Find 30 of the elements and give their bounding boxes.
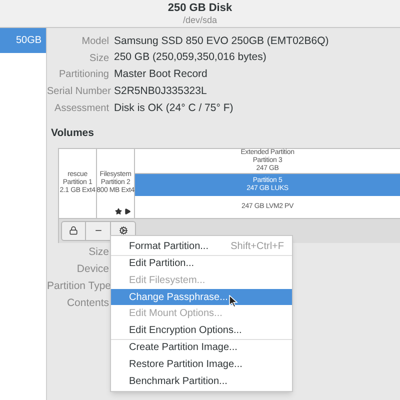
play-icon [124,208,131,215]
star-icon [115,208,122,215]
property-label: Partition Type [47,279,109,294]
property-value: Disk is OK (24° C / 75° F) [114,100,234,116]
section-heading: Volumes [51,126,95,141]
property-label: Partitioning [58,68,109,82]
property-label: Serial Number [47,85,109,100]
menu-item[interactable]: Restore Partition Image... [111,356,292,373]
property-value: S2R5NB0J335323L [114,84,207,99]
menu-item[interactable]: Benchmark Partition... [111,372,292,390]
menu-item[interactable]: Format Partition... Shift+Ctrl+F [111,238,292,255]
mouse-pointer-icon [229,295,238,308]
property-label: Contents [66,296,109,312]
menu-item[interactable]: Edit Encryption Options... [111,322,292,339]
property-label: Size [88,245,109,260]
property-label: Device [76,262,109,278]
property-label: Assessment [54,102,109,116]
window-title: 250 GB Disk [168,2,232,14]
property-value: Master Boot Record [114,67,208,82]
property-label: Model [80,34,109,49]
menu-item[interactable]: Create Partition Image... [111,340,292,356]
window-subtitle: /dev/sda [182,14,218,26]
shortcut-label: Shift+Ctrl+F [230,240,284,254]
property-label: Size [88,52,109,66]
menu-item[interactable]: Edit Partition... [111,256,292,272]
lock-button[interactable] [61,220,86,241]
lock-icon [69,226,78,236]
property-value: 250 GB (250,059,350,016 bytes) [114,50,266,66]
property-value: Samsung SSD 850 EVO 250GB (EMT02B6Q) [114,34,329,49]
settings-icon [118,226,128,236]
